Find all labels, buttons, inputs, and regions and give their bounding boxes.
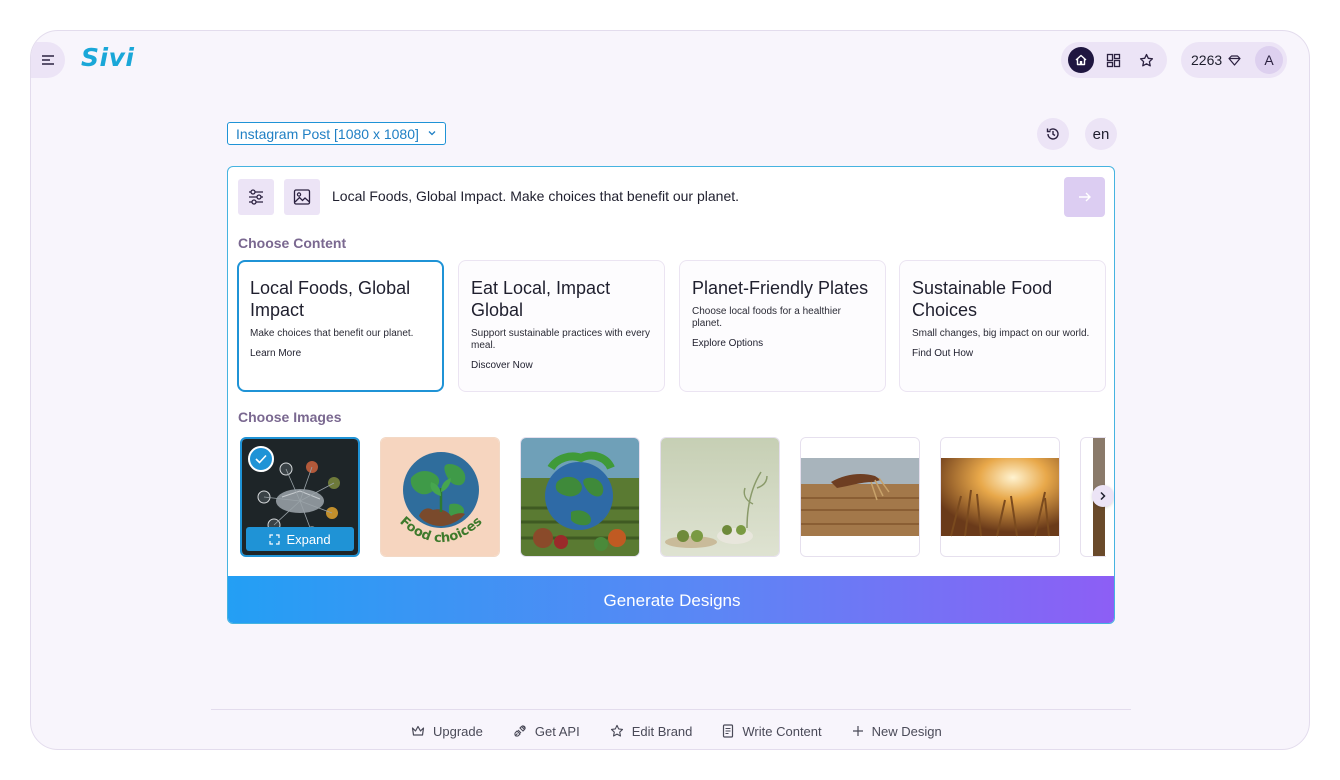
thumbnail-image <box>521 438 639 556</box>
content-card-desc: Choose local foods for a healthier plane… <box>692 306 841 329</box>
thumbnail-badge: Food choices <box>397 514 486 546</box>
image-upload-button[interactable] <box>284 179 320 215</box>
edit-brand-label: Edit Brand <box>631 723 693 739</box>
carousel-next-button[interactable] <box>1092 485 1114 507</box>
image-thumbnail[interactable]: Food choices <box>380 437 500 557</box>
expand-label: Expand <box>286 531 331 547</box>
app-logo[interactable]: Sivi <box>81 43 134 72</box>
thumbnail-image <box>661 438 779 556</box>
home-button[interactable] <box>1068 47 1095 73</box>
thumbnail-badge-text: Food choices <box>397 514 486 546</box>
get-api-link[interactable]: Get API <box>513 724 580 739</box>
design-composer: Local Foods, Global Impact. Make choices… <box>227 166 1115 624</box>
home-icon <box>1075 54 1087 66</box>
write-content-label: Write Content <box>742 723 822 739</box>
content-card[interactable]: Sustainable Food Choices Small changes, … <box>899 260 1106 392</box>
content-card[interactable]: Eat Local, Impact Global Support sustain… <box>458 260 665 392</box>
credits-badge[interactable]: 2263 A <box>1181 42 1287 78</box>
image-thumbnail[interactable] <box>800 437 920 557</box>
upgrade-link[interactable]: Upgrade <box>411 724 483 739</box>
new-design-link[interactable]: New Design <box>852 724 942 739</box>
format-select-value: Instagram Post [1080 x 1080] <box>236 125 419 142</box>
language-button[interactable]: en <box>1085 118 1117 150</box>
content-card-title: Local Foods, Global Impact <box>250 278 411 320</box>
content-card-title: Eat Local, Impact Global <box>471 278 611 320</box>
star-icon <box>610 724 623 737</box>
app-window: Sivi 2263 A Instagram Post [1080 x 1080]… <box>30 30 1310 750</box>
content-card-cta: Discover Now <box>471 360 533 371</box>
write-content-link[interactable]: Write Content <box>722 723 822 739</box>
grid-icon <box>1107 53 1121 67</box>
history-button[interactable] <box>1037 118 1069 150</box>
sliders-icon <box>249 189 263 205</box>
settings-button[interactable] <box>238 179 274 215</box>
thumbnail-image <box>941 438 1059 556</box>
diamond-icon <box>1228 54 1241 66</box>
choose-images-label: Choose Images <box>238 409 342 425</box>
expand-button[interactable]: Expand <box>246 527 354 551</box>
user-avatar[interactable]: A <box>1255 46 1283 74</box>
send-button[interactable] <box>1064 177 1105 217</box>
prompt-input[interactable]: Local Foods, Global Impact. Make choices… <box>332 188 739 204</box>
credits-count: 2263 <box>1191 52 1223 68</box>
image-icon <box>293 189 311 205</box>
content-card-title: Planet-Friendly Plates <box>692 278 869 298</box>
history-icon <box>1046 128 1059 140</box>
document-icon <box>723 724 734 738</box>
crown-icon <box>411 725 425 736</box>
svg-text:Food choices: Food choices <box>397 514 486 546</box>
image-thumbnail[interactable] <box>660 437 780 557</box>
new-design-label: New Design <box>871 723 942 739</box>
templates-button[interactable] <box>1101 47 1127 73</box>
plus-icon <box>852 726 863 736</box>
image-thumbnail[interactable] <box>520 437 640 557</box>
content-card-desc: Small changes, big impact on our world. <box>912 328 1090 339</box>
generate-designs-button[interactable]: Generate Designs <box>228 576 1114 623</box>
footer-nav: Upgrade Get API Edit Brand Write Content… <box>411 721 942 741</box>
nav-group <box>1061 42 1167 78</box>
plug-icon <box>514 725 526 737</box>
content-card-desc: Make choices that benefit our planet. <box>250 328 414 339</box>
content-card-cta: Find Out How <box>912 348 974 359</box>
image-thumbnail[interactable]: Expand <box>240 437 360 557</box>
favorites-button[interactable] <box>1134 47 1160 73</box>
expand-icon <box>269 533 281 545</box>
arrow-right-icon <box>1078 192 1091 202</box>
content-card-cta: Explore Options <box>692 338 764 349</box>
menu-icon <box>42 55 54 65</box>
content-card-desc: Support sustainable practices with every… <box>471 328 650 351</box>
edit-brand-link[interactable]: Edit Brand <box>610 723 693 739</box>
content-card[interactable]: Planet-Friendly Plates Choose local food… <box>679 260 886 392</box>
choose-content-label: Choose Content <box>238 235 347 251</box>
star-icon <box>1140 53 1154 66</box>
content-card-cta: Learn More <box>250 348 302 359</box>
format-select[interactable]: Instagram Post [1080 x 1080] <box>227 122 446 145</box>
chevron-right-icon <box>1100 491 1106 501</box>
image-carousel: Expand Food choices <box>240 437 1106 557</box>
upgrade-label: Upgrade <box>433 723 483 739</box>
selected-check-icon <box>248 446 274 472</box>
menu-button[interactable] <box>31 42 65 78</box>
get-api-label: Get API <box>534 723 580 739</box>
content-card[interactable]: Local Foods, Global Impact Make choices … <box>237 260 444 392</box>
image-thumbnail[interactable] <box>940 437 1060 557</box>
thumbnail-image <box>801 438 919 556</box>
chevron-down-icon <box>428 131 436 136</box>
content-card-title: Sustainable Food Choices <box>912 278 1053 320</box>
footer-divider <box>211 709 1131 710</box>
